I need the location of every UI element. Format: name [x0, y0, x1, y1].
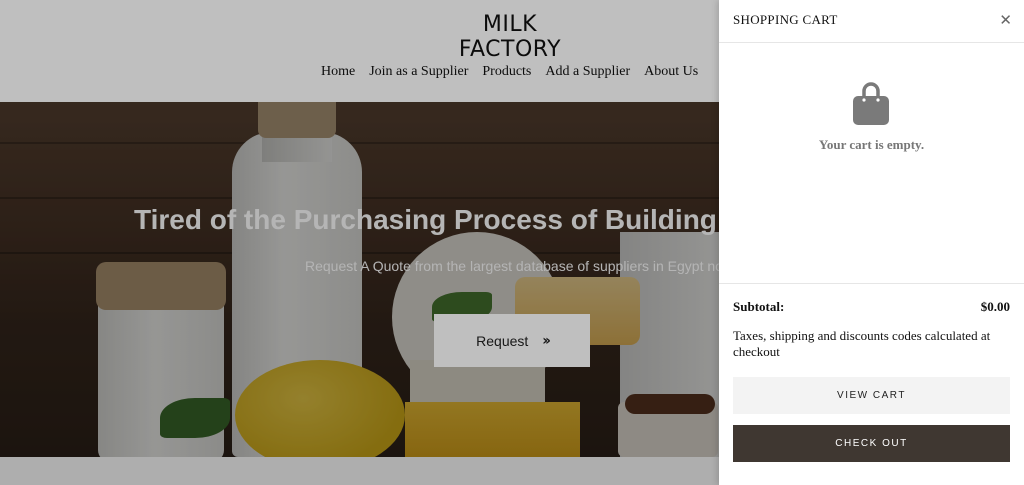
subtotal-value: $0.00 [980, 299, 1010, 314]
close-icon[interactable]: ✕ [999, 11, 1012, 29]
cart-header: SHOPPING CART ✕ [719, 0, 1024, 43]
divider [719, 283, 1024, 284]
checkout-button[interactable]: CHECK OUT [733, 425, 1010, 462]
subtotal-label: Subtotal: [733, 299, 785, 314]
tax-note: Taxes, shipping and discounts codes calc… [733, 328, 991, 359]
cart-empty-message: Your cart is empty. [818, 137, 925, 152]
shopping-bag-icon [853, 82, 889, 125]
drawer-backdrop[interactable] [0, 0, 719, 485]
shopping-cart-drawer: SHOPPING CART ✕ Your cart is empty. Subt… [719, 0, 1024, 485]
cart-title: SHOPPING CART [733, 12, 838, 27]
view-cart-button[interactable]: VIEW CART [733, 377, 1010, 414]
